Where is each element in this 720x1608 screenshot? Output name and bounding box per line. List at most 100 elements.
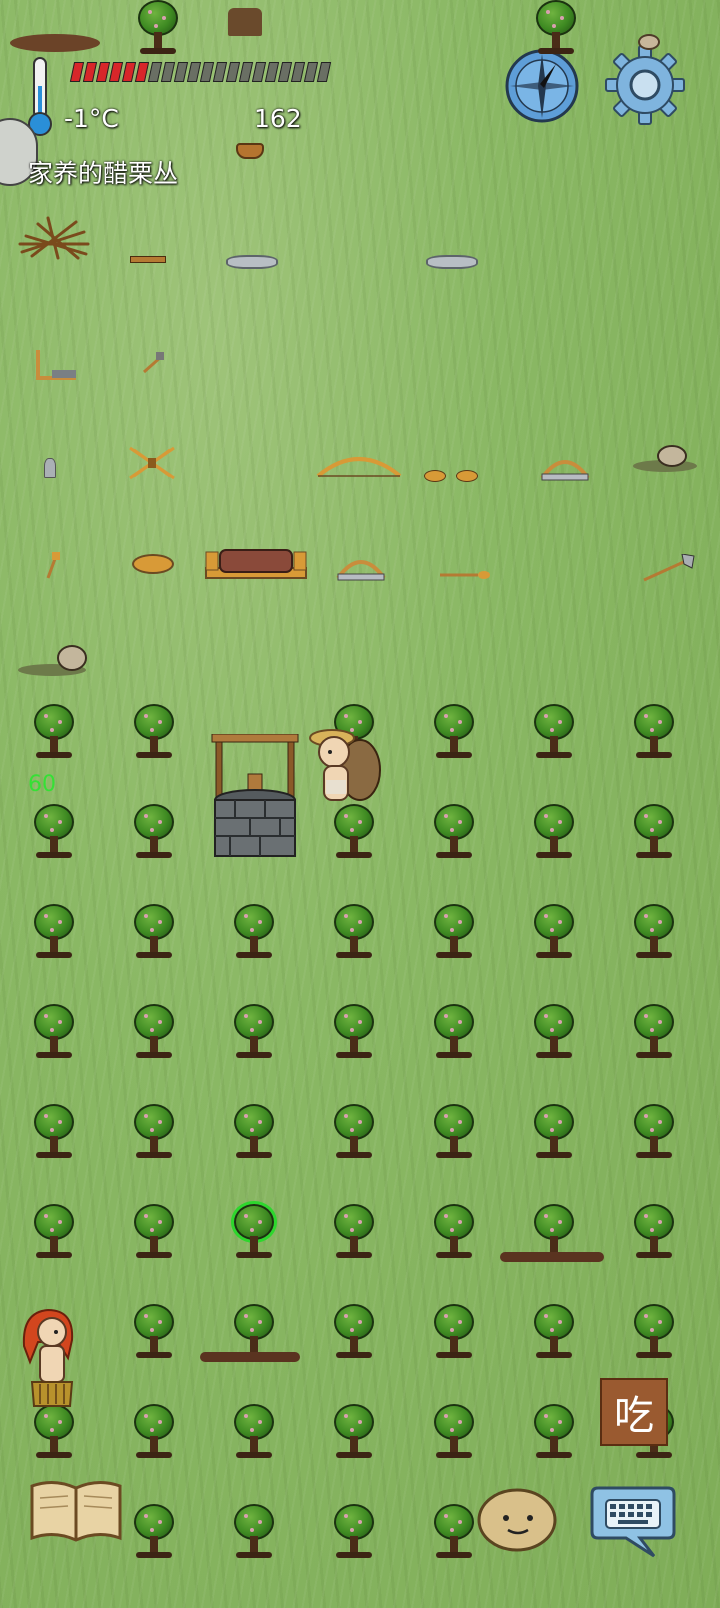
- gooseberry-bush[interactable]: [532, 1004, 576, 1062]
- hover-object-label: 家养的醋栗丛: [28, 159, 179, 188]
- gooseberry-bush[interactable]: [132, 1404, 176, 1462]
- food-pip-empty: [173, 62, 189, 82]
- food-pip-filled: [95, 62, 111, 82]
- gooseberry-bush[interactable]: [632, 1304, 676, 1362]
- gooseberry-bush[interactable]: [232, 1404, 276, 1462]
- food-pip-filled: [82, 62, 98, 82]
- gooseberry-bush[interactable]: [136, 0, 180, 58]
- food-pip-filled: [108, 62, 124, 82]
- gooseberry-bush[interactable]: [432, 1404, 476, 1462]
- gooseberry-bush[interactable]: [332, 1004, 376, 1062]
- gooseberry-bush[interactable]: [632, 704, 676, 762]
- age-indicator: 60: [28, 772, 56, 797]
- gooseberry-bush[interactable]: [232, 904, 276, 962]
- gooseberry-bush[interactable]: [432, 804, 476, 862]
- gooseberry-bush[interactable]: [32, 1204, 76, 1262]
- small-creature[interactable]: [638, 34, 660, 50]
- player-character[interactable]: [306, 724, 382, 824]
- gooseberry-bush[interactable]: [532, 1404, 576, 1462]
- gooseberry-bush[interactable]: [332, 1404, 376, 1462]
- gooseberry-bush[interactable]: [332, 1504, 376, 1562]
- gooseberry-bush[interactable]: [32, 904, 76, 962]
- gooseberry-bush[interactable]: [232, 1504, 276, 1562]
- gooseberry-bush[interactable]: [532, 1304, 576, 1362]
- red-haired-character[interactable]: [18, 1306, 80, 1410]
- gear-icon[interactable]: [604, 44, 686, 126]
- gooseberry-bush[interactable]: [534, 0, 578, 58]
- flat-rock[interactable]: [226, 255, 278, 269]
- food-pip-filled: [121, 62, 137, 82]
- fallen-branch[interactable]: [200, 1352, 300, 1362]
- gooseberry-bush[interactable]: [32, 1104, 76, 1162]
- score-readout: 162: [254, 104, 302, 133]
- gooseberry-bush[interactable]: [632, 804, 676, 862]
- gooseberry-bush[interactable]: [132, 1204, 176, 1262]
- compass-icon[interactable]: [504, 48, 580, 124]
- emote-face-icon[interactable]: [476, 1484, 558, 1552]
- gooseberry-bush[interactable]: [632, 1004, 676, 1062]
- gooseberry-bush[interactable]: [132, 704, 176, 762]
- hatchet-head[interactable]: [44, 552, 60, 580]
- gooseberry-bush[interactable]: [32, 1404, 76, 1462]
- gooseberry-bush[interactable]: [632, 904, 676, 962]
- wooden-cart[interactable]: [204, 546, 308, 580]
- stone-hatchet[interactable]: [142, 352, 166, 374]
- bow-saw[interactable]: [538, 452, 592, 482]
- wooden-disk[interactable]: [424, 470, 446, 482]
- gooseberry-bush[interactable]: [532, 1104, 576, 1162]
- gooseberry-bush[interactable]: [432, 1504, 476, 1562]
- gooseberry-bush[interactable]: [432, 1304, 476, 1362]
- gooseberry-bush[interactable]: [232, 1104, 276, 1162]
- coiled-rope[interactable]: [132, 554, 174, 574]
- gooseberry-bush-selected[interactable]: [232, 1204, 276, 1262]
- food-pip-filled: [69, 62, 85, 82]
- gooseberry-bush[interactable]: [332, 1204, 376, 1262]
- gooseberry-bush[interactable]: [532, 704, 576, 762]
- yew-bow[interactable]: [314, 452, 404, 480]
- sharp-stone[interactable]: [44, 458, 56, 478]
- gooseberry-bush[interactable]: [32, 1004, 76, 1062]
- gooseberry-bush[interactable]: [132, 1504, 176, 1562]
- rabbit-hole[interactable]: [630, 428, 700, 474]
- bow-saw-frame[interactable]: [32, 348, 78, 382]
- gooseberry-bush[interactable]: [132, 904, 176, 962]
- bow-saw[interactable]: [334, 552, 388, 582]
- recipe-book-icon[interactable]: [28, 1478, 124, 1544]
- gooseberry-bush[interactable]: [632, 1104, 676, 1162]
- tree-stump[interactable]: [228, 8, 262, 36]
- steel-axe[interactable]: [642, 553, 696, 582]
- wooden-disk[interactable]: [456, 470, 478, 482]
- gooseberry-bush[interactable]: [432, 1104, 476, 1162]
- gooseberry-bush[interactable]: [232, 1004, 276, 1062]
- reed-bundle[interactable]: [128, 446, 176, 480]
- gooseberry-bush[interactable]: [432, 1004, 476, 1062]
- food-pip-empty: [290, 62, 306, 82]
- dirt-pile[interactable]: [10, 34, 100, 52]
- eat-button[interactable]: 吃: [600, 1378, 668, 1446]
- gooseberry-bush[interactable]: [532, 804, 576, 862]
- gooseberry-bush[interactable]: [432, 704, 476, 762]
- eat-button-label: 吃: [614, 1393, 654, 1439]
- gooseberry-bush[interactable]: [132, 804, 176, 862]
- water-well[interactable]: [210, 733, 300, 862]
- gooseberry-bush[interactable]: [32, 704, 76, 762]
- rabbit-hole[interactable]: [14, 630, 90, 678]
- keyboard-chat-icon[interactable]: [590, 1480, 676, 1560]
- short-stick[interactable]: [130, 256, 166, 263]
- wooden-shovel[interactable]: [440, 564, 490, 579]
- gooseberry-bush[interactable]: [132, 1004, 176, 1062]
- gooseberry-bush[interactable]: [132, 1104, 176, 1162]
- gooseberry-bush[interactable]: [132, 1304, 176, 1362]
- gooseberry-bush[interactable]: [632, 1204, 676, 1262]
- flat-rock[interactable]: [426, 255, 478, 269]
- basket-icon: [236, 143, 264, 159]
- gooseberry-bush[interactable]: [532, 904, 576, 962]
- gooseberry-bush[interactable]: [432, 1204, 476, 1262]
- gooseberry-bush[interactable]: [32, 804, 76, 862]
- gooseberry-bush[interactable]: [332, 1104, 376, 1162]
- gooseberry-bush[interactable]: [432, 904, 476, 962]
- kindling-pile[interactable]: [18, 212, 90, 260]
- gooseberry-bush[interactable]: [332, 1304, 376, 1362]
- gooseberry-bush[interactable]: [332, 904, 376, 962]
- fallen-branch[interactable]: [500, 1252, 604, 1262]
